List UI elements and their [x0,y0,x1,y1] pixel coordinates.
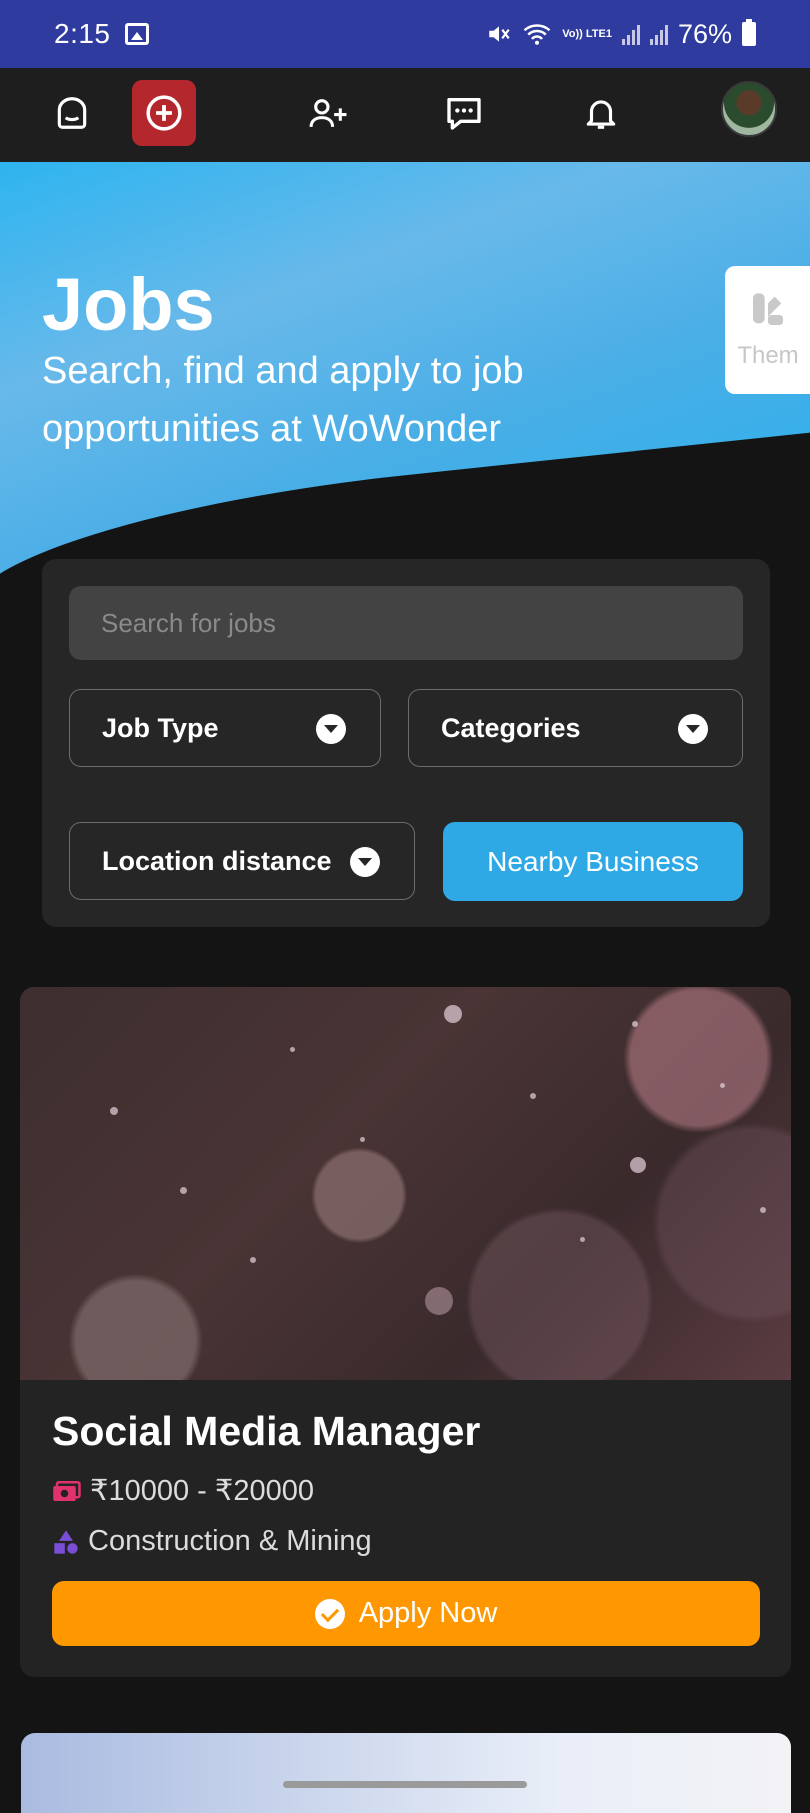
chat-icon [447,98,481,130]
bell-icon [586,100,616,129]
job-category-row: Construction & Mining [52,1525,372,1558]
apply-now-button[interactable]: Apply Now [52,1581,760,1646]
chevron-down-icon [350,847,380,877]
page-subtitle: Search, find and apply to job opportunit… [42,350,524,450]
profile-avatar[interactable] [721,81,777,137]
theme-label: Them [737,342,799,369]
location-distance-dropdown[interactable]: Location distance [69,822,415,900]
messages-button[interactable] [432,80,496,146]
create-button[interactable] [132,80,196,146]
wifi-icon [523,24,551,45]
categories-label: Categories [441,712,581,743]
mute-icon [489,26,510,42]
chevron-down-icon [678,714,708,744]
status-time: 2:15 [54,18,111,49]
add-user-icon [309,99,347,127]
gesture-home-bar[interactable] [283,1781,527,1788]
status-icons: Vo)) LTE1 76% [486,19,756,50]
palette-icon [753,293,783,325]
top-nav-bar [0,68,810,162]
home-icon [57,97,87,129]
battery-icon [742,19,756,46]
next-job-card[interactable] [21,1733,791,1813]
job-filter-panel: Job Type Categories Location distance Ne… [42,559,770,927]
theme-switcher-tab[interactable]: Them [725,266,810,394]
gallery-notification-icon [124,23,149,45]
job-card[interactable]: Social Media Manager ₹10000 - ₹20000 Con… [20,987,791,1677]
job-category: Construction & Mining [88,1525,372,1557]
add-friend-button[interactable] [296,80,360,146]
job-type-dropdown[interactable]: Job Type [69,689,381,767]
shapes-icon [54,1529,78,1554]
network-label: Vo)) LTE1 [562,27,612,40]
chevron-down-icon [316,714,346,744]
job-type-label: Job Type [102,712,219,743]
battery-percent: 76% [677,18,732,49]
money-icon [53,1480,81,1501]
signal-1-icon [621,23,640,45]
job-salary-row: ₹10000 - ₹20000 [52,1473,314,1508]
job-search-input[interactable] [69,586,743,660]
page-title: Jobs [42,263,215,346]
apply-now-label: Apply Now [358,1597,498,1629]
home-button[interactable] [40,80,104,146]
job-cover-image [20,987,791,1380]
nearby-business-button[interactable]: Nearby Business [443,822,743,901]
notifications-button[interactable] [569,80,633,146]
location-distance-label: Location distance [102,845,332,876]
job-title: Social Media Manager [52,1408,481,1454]
status-bar: 2:15 Vo)) LTE1 76% [0,0,810,68]
job-salary: ₹10000 - ₹20000 [90,1475,314,1507]
add-circle-icon [146,95,182,131]
check-circle-icon [314,1598,345,1629]
signal-2-icon [649,23,668,45]
categories-dropdown[interactable]: Categories [408,689,743,767]
